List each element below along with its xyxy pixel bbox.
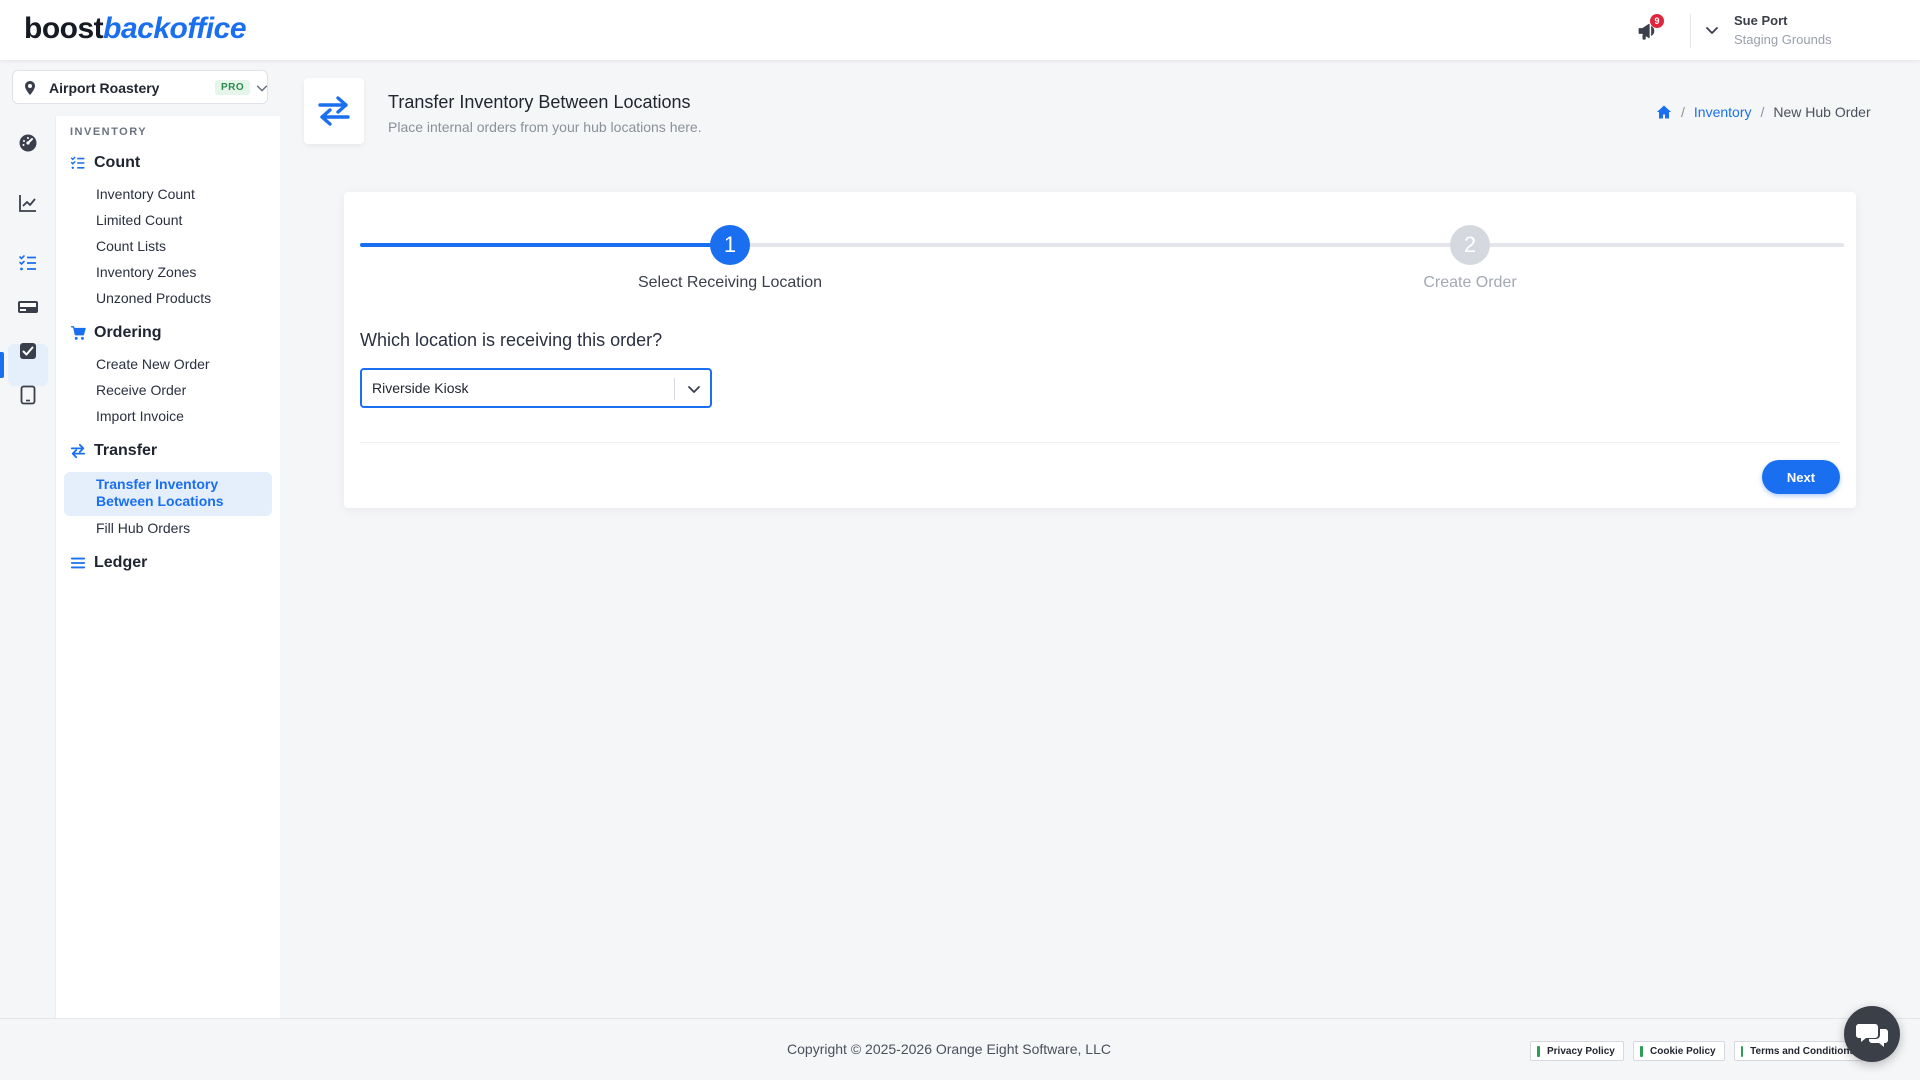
sidebar-group-ledger[interactable]: Ledger [70, 554, 147, 572]
dashboard-icon[interactable] [14, 129, 42, 157]
app-logo[interactable]: boostbackoffice [24, 12, 247, 46]
group-label: Count [94, 154, 141, 171]
group-label: Ordering [94, 324, 162, 341]
breadcrumb: / Inventory / New Hub Order [1656, 104, 1871, 120]
user-name[interactable]: Sue Port [1734, 13, 1787, 28]
register-icon[interactable] [14, 293, 42, 321]
chat-icon [1856, 1024, 1888, 1047]
pro-badge: PRO [215, 80, 251, 95]
sidebar-group-count[interactable]: Count [70, 154, 140, 172]
receiving-location-question: Which location is receiving this order? [360, 330, 663, 350]
policy-marker [1537, 1045, 1540, 1057]
step-2-indicator: 2 [1450, 225, 1490, 265]
breadcrumb-current: New Hub Order [1773, 104, 1871, 120]
group-label: Transfer [94, 442, 158, 459]
logo-text-boost: boost [24, 12, 104, 45]
transfer-icon [318, 96, 350, 126]
tablet-icon[interactable] [14, 381, 42, 409]
section-heading: INVENTORY [70, 126, 148, 138]
breadcrumb-inventory[interactable]: Inventory [1694, 104, 1752, 120]
map-pin-icon [23, 80, 37, 96]
receiving-location-select[interactable]: Riverside Kiosk [360, 368, 712, 408]
sidebar-item-receive-order[interactable]: Receive Order [96, 382, 186, 398]
step-2-label: Create Order [1423, 274, 1517, 291]
home-icon[interactable] [1656, 104, 1672, 120]
selected-location: Riverside Kiosk [372, 380, 469, 396]
footer: Copyright © 2025-2026 Orange Eight Softw… [0, 1018, 1920, 1080]
divider [1690, 14, 1691, 48]
privacy-policy-link[interactable]: Privacy Policy [1530, 1041, 1624, 1061]
sidebar-item-inventory-zones[interactable]: Inventory Zones [96, 264, 196, 280]
sidebar-item-import-invoice[interactable]: Import Invoice [96, 408, 184, 424]
sidebar-group-ordering[interactable]: Ordering [70, 324, 162, 342]
sidebar-item-unzoned-products[interactable]: Unzoned Products [96, 290, 211, 306]
page-title: Transfer Inventory Between Locations [388, 92, 691, 112]
terms-link[interactable]: Terms and Conditions [1734, 1041, 1864, 1061]
icon-rail [0, 116, 56, 1018]
sidebar-item-fill-hub-orders[interactable]: Fill Hub Orders [96, 520, 190, 536]
chart-line-icon[interactable] [14, 189, 42, 217]
policy-marker [1640, 1045, 1643, 1057]
chevron-down-icon[interactable] [686, 381, 702, 397]
top-bar: boostbackoffice 9 Sue Port Staging Groun… [0, 0, 1920, 60]
step-1-label: Select Receiving Location [637, 274, 823, 291]
link-label: Cookie Policy [1650, 1045, 1716, 1057]
link-label: Privacy Policy [1547, 1045, 1615, 1057]
divider [360, 442, 1840, 443]
logo-text-backoffice: backoffice [103, 12, 247, 45]
sidebar-item-transfer-inventory[interactable]: Transfer Inventory Between Locations [96, 476, 246, 510]
progress-track-pending [740, 243, 1844, 247]
checklist-icon[interactable] [14, 249, 42, 277]
sidebar-item-create-new-order[interactable]: Create New Order [96, 356, 210, 372]
policy-marker [1741, 1045, 1744, 1057]
page-subtitle: Place internal orders from your hub loca… [388, 119, 702, 135]
list-icon [70, 555, 86, 571]
cookie-policy-link[interactable]: Cookie Policy [1633, 1041, 1725, 1061]
checkbox-icon[interactable] [14, 337, 42, 365]
notification-badge: 9 [1650, 14, 1664, 28]
breadcrumb-separator: / [1760, 104, 1765, 120]
rail-active-indicator [0, 352, 4, 378]
location-name: Airport Roastery [49, 80, 160, 96]
breadcrumb-separator: / [1681, 104, 1685, 120]
progress-track-complete [360, 243, 740, 247]
user-location: Staging Grounds [1734, 32, 1832, 47]
step-1-indicator: 1 [710, 225, 750, 265]
sidebar-menu: INVENTORY Count Inventory Count Limited … [56, 116, 280, 1018]
chevron-down-icon [255, 81, 269, 95]
chevron-down-icon[interactable] [1704, 22, 1720, 38]
chat-button[interactable] [1844, 1006, 1900, 1062]
sidebar-item-inventory-count[interactable]: Inventory Count [96, 186, 195, 202]
transfer-icon [70, 443, 86, 459]
sidebar-group-transfer[interactable]: Transfer [70, 442, 157, 460]
location-selector[interactable]: Airport Roastery PRO [12, 70, 268, 104]
group-label: Ledger [94, 554, 148, 571]
cart-icon [70, 325, 86, 341]
next-button[interactable]: Next [1762, 460, 1840, 494]
wizard-card: 1 2 Select Receiving Location Create Ord… [344, 192, 1856, 508]
select-divider [674, 378, 675, 400]
sidebar-item-limited-count[interactable]: Limited Count [96, 212, 182, 228]
sidebar-item-count-lists[interactable]: Count Lists [96, 238, 166, 254]
page-icon [304, 78, 364, 144]
checklist-icon [70, 155, 86, 171]
link-label: Terms and Conditions [1750, 1045, 1855, 1057]
